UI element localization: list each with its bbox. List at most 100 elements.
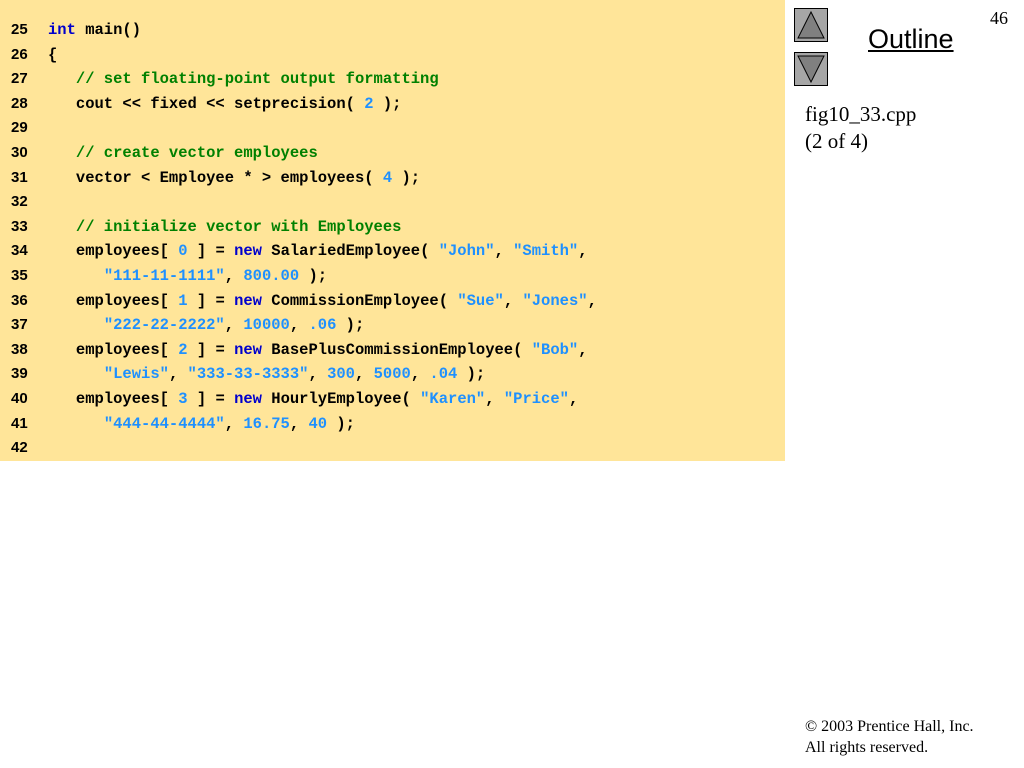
- triangle-up-icon: [797, 10, 825, 39]
- line-number: 38: [11, 340, 28, 358]
- code-token-plain: );: [327, 414, 355, 433]
- code-token-plain: ,: [224, 414, 244, 433]
- code-token-plain: );: [336, 316, 365, 335]
- code-token-plain: HourlyEmployee(: [261, 390, 421, 408]
- code-token-com: // create vector employees: [48, 144, 318, 162]
- code-token-num: .04: [429, 365, 458, 384]
- code-token-num: .06: [308, 316, 337, 335]
- code-token-str: "Sue": [457, 291, 504, 310]
- code-token-plain: ,: [289, 316, 309, 335]
- code-token-plain: ,: [354, 365, 374, 384]
- code-token-num: 5000: [373, 365, 411, 384]
- rights-notice: All rights reserved.: [805, 739, 929, 756]
- line-number: 35: [11, 267, 28, 284]
- code-text: // set floating-point output formatting: [48, 67, 439, 92]
- code-token-plain: ,: [168, 365, 188, 384]
- code-text: "222-22-2222", 10000, .06 );: [48, 313, 364, 338]
- code-token-plain: vector < Employee * > employees(: [48, 168, 383, 187]
- code-token-num: 16.75: [243, 414, 290, 433]
- code-token-plain: ,: [587, 291, 597, 310]
- previous-slide-button[interactable]: [794, 8, 828, 42]
- line-number: 37: [11, 316, 28, 334]
- next-slide-button[interactable]: [794, 52, 828, 86]
- code-token-plain: );: [392, 168, 421, 187]
- code-token-plain: ,: [308, 365, 328, 384]
- code-token-num: 1: [178, 291, 188, 310]
- code-text: // create vector employees: [48, 141, 318, 166]
- code-token-plain: employees[: [48, 340, 179, 359]
- code-text: employees[ 3 ] = new HourlyEmployee( "Ka…: [48, 387, 578, 412]
- code-token-plain: ,: [578, 340, 588, 359]
- line-number: 33: [11, 217, 28, 235]
- line-number: 39: [11, 365, 28, 383]
- code-text: "Lewis", "333-33-3333", 300, 5000, .04 )…: [48, 362, 485, 387]
- code-token-plain: ,: [494, 242, 514, 261]
- code-token-plain: ] =: [187, 390, 235, 408]
- outline-link[interactable]: Outline: [868, 24, 954, 55]
- line-number: 40: [11, 390, 28, 407]
- code-text: int main(): [48, 18, 141, 43]
- code-token-plain: ,: [578, 242, 588, 261]
- code-text: // initialize vector with Employees: [48, 215, 402, 240]
- code-token-str: "333-33-3333": [187, 365, 309, 384]
- code-text: vector < Employee * > employees( 4 );: [48, 166, 420, 191]
- code-token-plain: BasePlusCommissionEmployee(: [261, 340, 532, 359]
- code-token-num: 40: [308, 414, 328, 433]
- line-number: 29: [11, 119, 28, 137]
- code-text: employees[ 0 ] = new SalariedEmployee( "…: [48, 239, 588, 264]
- code-token-str: "222-22-2222": [103, 316, 225, 335]
- code-token-kw: new: [234, 242, 262, 261]
- code-token-plain: );: [373, 94, 402, 113]
- code-token-str: "Lewis": [103, 365, 169, 384]
- code-text: employees[ 2 ] = new BasePlusCommissionE…: [48, 338, 588, 363]
- code-token-plain: ,: [503, 291, 523, 310]
- code-token-plain: );: [299, 267, 328, 285]
- code-token-plain: ,: [289, 414, 309, 433]
- code-token-str: "Smith": [513, 242, 579, 261]
- line-number: 30: [11, 144, 28, 161]
- code-token-num: 800.00: [243, 267, 300, 285]
- code-token-str: "111-11-1111": [103, 267, 225, 285]
- code-token-plain: CommissionEmployee(: [261, 291, 458, 310]
- code-token-num: 300: [327, 365, 355, 384]
- code-token-str: "Jones": [522, 291, 588, 310]
- code-token-plain: ,: [224, 267, 244, 285]
- triangle-down-icon: [797, 55, 825, 84]
- line-number: 34: [11, 242, 28, 260]
- line-number: 27: [11, 70, 28, 88]
- code-text: "444-44-4444", 16.75, 40 );: [48, 412, 355, 437]
- code-token-plain: ] =: [187, 291, 235, 310]
- file-name: fig10_33.cpp: [805, 102, 917, 126]
- code-text: cout << fixed << setprecision( 2 );: [48, 92, 402, 117]
- code-text: {: [48, 43, 57, 68]
- code-token-com: // set floating-point output formatting: [48, 70, 439, 89]
- code-token-str: "444-44-4444": [103, 414, 225, 433]
- code-listing-panel: 25 int main() 26 {27 // set floating-point …: [0, 0, 785, 461]
- code-token-plain: ,: [224, 316, 244, 335]
- code-token-kw: new: [234, 340, 262, 359]
- code-token-plain: ] =: [187, 340, 235, 359]
- code-token-plain: ] =: [187, 242, 235, 261]
- code-token-plain: employees[: [48, 390, 179, 408]
- code-token-str: "John": [438, 242, 495, 261]
- line-number: 41: [11, 414, 28, 432]
- code-token-str: "Karen": [420, 390, 486, 408]
- line-number: 28: [11, 94, 28, 112]
- copyright-notice: © 2003 Prentice Hall, Inc.: [805, 718, 974, 735]
- code-token-plain: ,: [410, 365, 430, 384]
- code-token-kw: int: [48, 21, 76, 39]
- code-token-plain: employees[: [48, 291, 179, 310]
- code-token-kw: new: [234, 291, 262, 310]
- code-token-num: 4: [382, 168, 393, 187]
- code-token-plain: {: [48, 45, 58, 64]
- line-number: 31: [11, 168, 28, 186]
- code-token-plain: );: [457, 365, 486, 384]
- code-token-plain: ,: [485, 390, 504, 408]
- code-token-num: 0: [178, 242, 188, 261]
- page-number: 46: [990, 8, 1008, 28]
- code-token-num: 10000: [243, 316, 290, 335]
- line-number: 25: [11, 21, 28, 38]
